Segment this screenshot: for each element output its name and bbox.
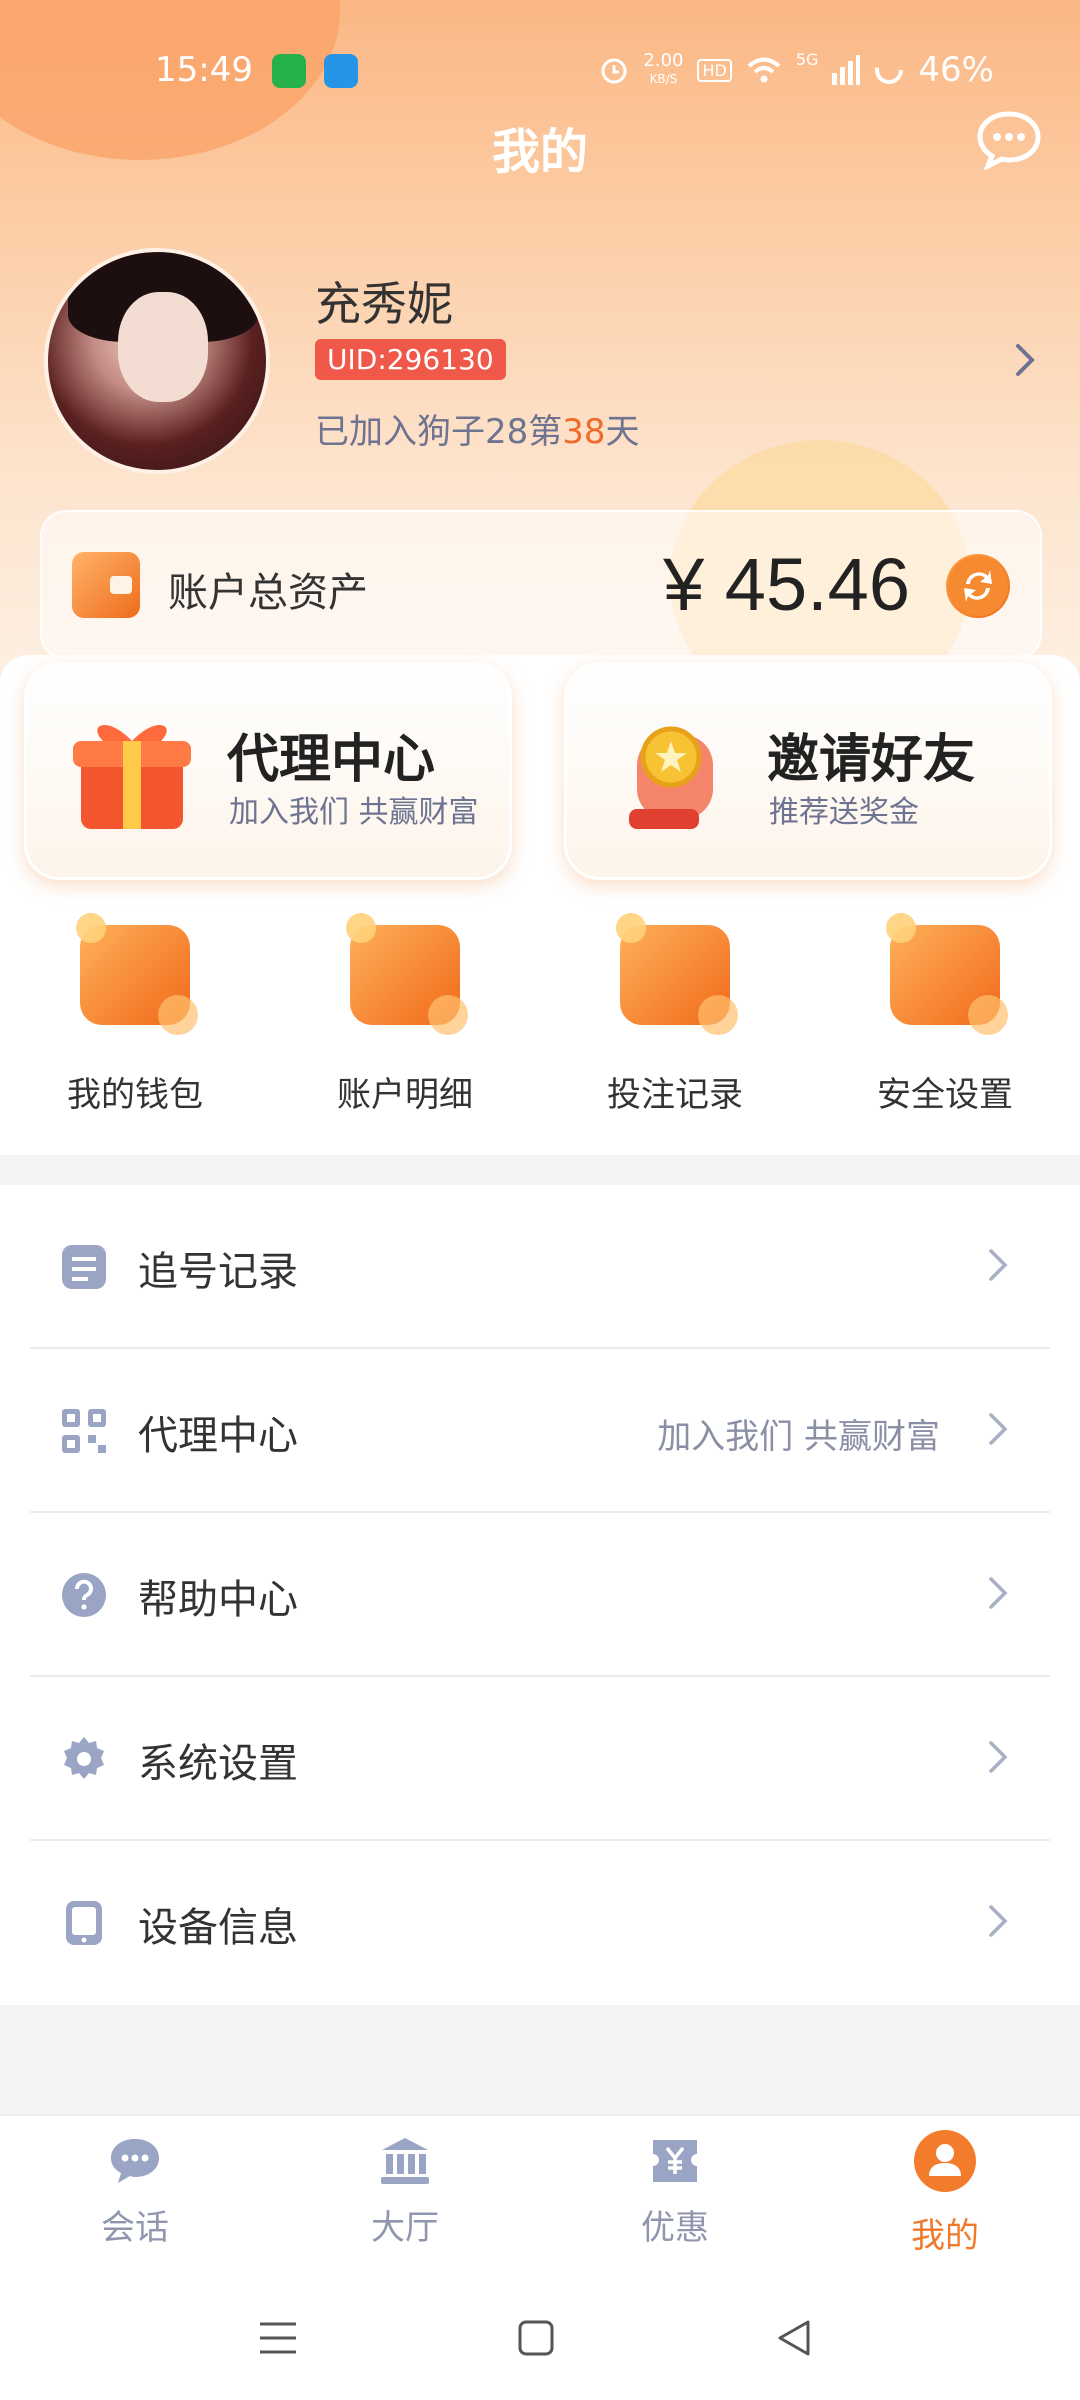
joined-prefix: 已加入狗子28第 [315,412,563,452]
back-icon[interactable] [772,2316,816,2360]
invite-friends-card[interactable]: 邀请好友 推荐送奖金 [564,662,1052,880]
message-center-icon[interactable] [976,110,1042,170]
magnifier-icon [346,913,468,1035]
net-speed-unit: KB/S [649,72,678,86]
quick-action-label: 安全设置 [877,1075,1013,1115]
avatar-face [118,292,208,402]
status-time: 15:49 [155,50,253,90]
menu-item-label: 帮助中心 [138,1577,298,1623]
yen-ticket-icon [653,2140,697,2182]
menu-item-label: 设备信息 [138,1905,298,1951]
joined-days: 38 [562,412,606,452]
total-assets-card[interactable]: 账户总资产 ¥ 45.46 [40,510,1042,660]
tab-lobby[interactable]: 大厅 [270,2136,540,2249]
menu-item-description: 加入我们 共赢财富 [657,1417,940,1457]
invite-friends-subtitle: 推荐送奖金 [769,795,919,830]
tablet-icon [66,1901,102,1945]
quick-action-label: 投注记录 [607,1075,743,1115]
status-right: 2.00 KB/S HD 5G 46% [599,50,994,90]
status-bar: 15:49 2.00 KB/S HD 5G 46% [0,48,1080,98]
chat-icon [111,2139,159,2183]
signal-type: 5G [795,50,819,69]
quick-action-bet-records[interactable]: 投注记录 [540,913,810,1116]
document-icon [62,1245,106,1289]
menu-item-label: 系统设置 [138,1741,298,1787]
agent-center-subtitle: 加入我们 共赢财富 [229,795,479,830]
chevron-right-icon [989,1905,1008,1937]
tab-label: 优惠 [641,2208,709,2248]
signal-icon [832,55,861,85]
menu-item-label: 代理中心 [138,1413,298,1459]
gift-box-icon [73,725,191,829]
hand-coin-icon [629,726,713,829]
agent-center-title: 代理中心 [227,730,436,790]
chevron-right-icon [989,1413,1008,1445]
menu-item-label: 追号记录 [138,1249,298,1295]
chevron-right-icon [989,1577,1008,1609]
chevron-right-icon [989,1249,1008,1281]
key-icon [886,913,1008,1035]
menu-item-system-settings[interactable]: 系统设置 [30,1677,1050,1841]
avatar[interactable] [44,248,270,474]
net-speed: 2.00 KB/S [643,52,683,88]
browser-app-icon [324,54,358,88]
bottom-tab-bar: 会话 大厅 优惠 我的 [0,2114,1080,2280]
battery-icon [875,56,904,84]
tab-label: 我的 [911,2216,979,2256]
wifi-icon [747,57,781,83]
uid-badge: UID:296130 [315,339,506,380]
invite-friends-title: 邀请好友 [767,730,976,790]
quick-action-label: 我的钱包 [67,1075,203,1115]
total-assets-label: 账户总资产 [168,570,368,616]
menu-item-device-info[interactable]: 设备信息 [30,1841,1050,2005]
alarm-icon [601,58,627,84]
tab-chat[interactable]: 会话 [0,2136,270,2249]
page-title: 我的 [491,124,588,180]
quick-action-wallet[interactable]: 我的钱包 [0,913,270,1116]
tab-label: 会话 [101,2208,169,2248]
system-nav-bar [0,2280,1080,2400]
chevron-right-icon [989,1741,1008,1773]
menu-item-chase-records[interactable]: 追号记录 [30,1185,1050,1349]
gear-icon [64,1737,104,1779]
wallet-icon [72,552,140,618]
net-speed-value: 2.00 [643,50,684,71]
hd-badge: HD [697,58,732,82]
menu-icon[interactable] [256,2316,300,2360]
qrcode-icon [62,1409,106,1453]
battery-level: 46% [918,50,994,90]
joined-days-text: 已加入狗子28第38天 [315,404,640,453]
quick-action-label: 账户明细 [337,1075,473,1115]
settings-menu: 追号记录 代理中心 加入我们 共赢财富 帮助中心 系统设置 设备信息 [0,1185,1080,2005]
username: 充秀妮 [315,277,453,331]
menu-item-help-center[interactable]: 帮助中心 [30,1513,1050,1677]
chevron-right-icon[interactable] [1010,340,1040,380]
tab-label: 大厅 [371,2208,439,2248]
refresh-icon[interactable] [946,554,1010,618]
tab-promotions[interactable]: 优惠 [540,2136,810,2249]
menu-item-agent-center[interactable]: 代理中心 加入我们 共赢财富 [30,1349,1050,1513]
quick-action-account-details[interactable]: 账户明细 [270,913,540,1116]
agent-center-card[interactable]: 代理中心 加入我们 共赢财富 [24,662,512,880]
wallet-icon [76,913,198,1035]
total-assets-value: ¥ 45.46 [663,543,910,626]
tab-mine[interactable]: 我的 [810,2130,1080,2257]
bank-icon [381,2138,429,2184]
question-icon [62,1573,106,1617]
quick-action-security[interactable]: 安全设置 [810,913,1080,1116]
message-app-icon [272,54,306,88]
home-icon[interactable] [514,2316,558,2360]
joined-suffix: 天 [605,412,640,452]
user-icon [914,2130,976,2192]
calendar-icon [616,913,738,1035]
